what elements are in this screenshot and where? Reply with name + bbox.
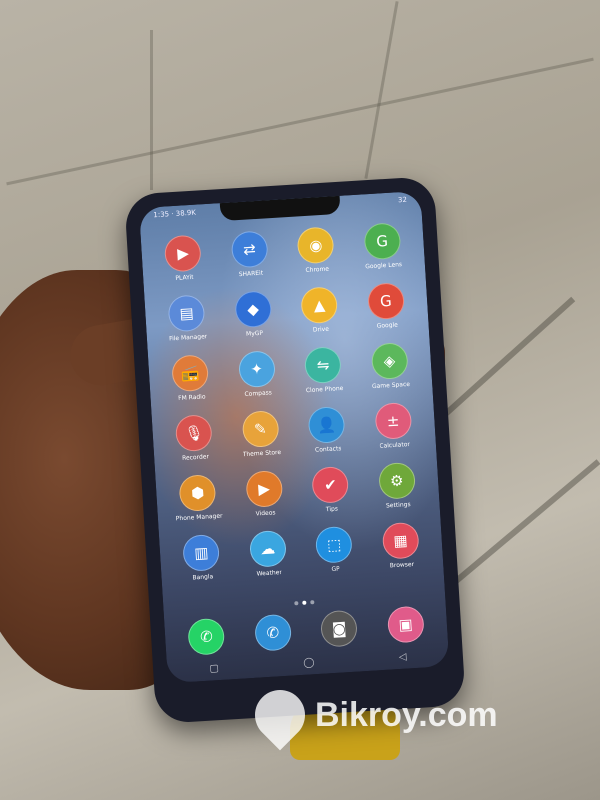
- app-google[interactable]: G Google: [352, 281, 421, 331]
- smartphone: 1:35 · 38.9K 32 ▶ PLAYit ⇄ SHAREit ◉ Chrome G G…: [124, 176, 466, 724]
- mygp-icon: ◆: [234, 290, 273, 329]
- compass-icon: ✦: [237, 350, 276, 389]
- app-label: Settings: [385, 501, 411, 510]
- video-icon: ▶: [245, 469, 284, 509]
- page-dot: [310, 600, 315, 605]
- app-fm-radio[interactable]: 📻 FM Radio: [156, 353, 225, 403]
- google-icon: G: [366, 282, 405, 321]
- app-weather[interactable]: ☁ Weather: [233, 529, 302, 579]
- tips-icon: ✔: [311, 465, 350, 504]
- app-compass[interactable]: ✦ Compass: [222, 349, 291, 399]
- app-shareit[interactable]: ⇄ SHAREit: [215, 229, 284, 279]
- app-label: Contacts: [314, 445, 342, 454]
- page-dot: [294, 601, 299, 606]
- watermark: Bikroy.com: [244, 679, 498, 751]
- app-playit[interactable]: ▶ PLAYit: [149, 233, 218, 283]
- gp-icon: ⬚: [315, 525, 354, 564]
- app-game-space[interactable]: ◈ Game Space: [355, 341, 424, 391]
- app-label: MyGP: [245, 329, 264, 338]
- app-label: Bangla: [192, 573, 214, 582]
- app-label: Calculator: [379, 440, 411, 450]
- game-icon: ◈: [370, 341, 409, 381]
- app-label: Clone Phone: [305, 384, 344, 395]
- browser-icon: ▦: [381, 521, 420, 560]
- app-contacts[interactable]: 👤 Contacts: [292, 405, 361, 455]
- app-label: Theme Store: [242, 448, 282, 459]
- weather-icon: ☁: [248, 529, 287, 568]
- app-label: Tips: [325, 505, 339, 514]
- page-dot: [302, 600, 307, 605]
- calculator-icon: ±: [374, 401, 413, 441]
- google-icon: G: [363, 222, 402, 261]
- play-icon: ▶: [163, 234, 203, 273]
- app-dock-1[interactable]: ✆: [239, 613, 308, 653]
- app-clone-phone[interactable]: ⇋ Clone Phone: [289, 345, 358, 395]
- app-label: PLAYit: [175, 273, 194, 282]
- app-label: GP: [331, 565, 340, 573]
- app-label: Google: [376, 321, 399, 330]
- app-label: Compass: [244, 389, 273, 398]
- app-label: Phone Manager: [175, 512, 223, 523]
- recents-icon[interactable]: ▢: [209, 663, 219, 675]
- gallery-icon: ▣: [386, 605, 425, 644]
- home-icon[interactable]: ◯: [303, 657, 315, 669]
- drive-icon: ▲: [300, 286, 339, 325]
- folder-icon: ▤: [167, 294, 206, 333]
- phone-icon: ✆: [253, 613, 292, 652]
- app-dock-2[interactable]: ◙: [305, 609, 374, 649]
- brush-icon: ✎: [241, 410, 280, 449]
- app-label: Weather: [256, 569, 283, 578]
- app-chrome[interactable]: ◉ Chrome: [282, 225, 351, 275]
- app-label: Google Lens: [365, 261, 403, 271]
- app-drive[interactable]: ▲ Drive: [285, 285, 354, 335]
- floor-tile-line: [150, 30, 153, 190]
- app-label: Browser: [389, 560, 415, 570]
- app-dock-3[interactable]: ▣: [371, 605, 440, 645]
- app-phone-manager[interactable]: ⬢ Phone Manager: [163, 473, 232, 523]
- app-gp[interactable]: ⬚ GP: [300, 525, 369, 575]
- floor-tile-line: [6, 57, 594, 186]
- gear-icon: ⚙: [377, 461, 416, 500]
- app-dock-0[interactable]: ✆: [172, 617, 241, 657]
- whatsapp-icon: ✆: [187, 617, 226, 656]
- app-label: Drive: [312, 325, 330, 334]
- app-tips[interactable]: ✔ Tips: [296, 465, 365, 515]
- app-recorder[interactable]: 🎙 Recorder: [160, 413, 229, 463]
- app-grid: ▶ PLAYit ⇄ SHAREit ◉ Chrome G Google Lens ▤ File …: [149, 221, 436, 583]
- app-browser[interactable]: ▦ Browser: [366, 521, 435, 571]
- app-label: Game Space: [371, 380, 411, 391]
- battery-level: 32: [397, 195, 408, 205]
- app-videos[interactable]: ▶ Videos: [230, 469, 299, 519]
- status-time: 1:35 · 38.9K: [153, 208, 197, 220]
- app-label: Videos: [255, 509, 276, 518]
- app-label: Chrome: [305, 265, 330, 275]
- clone-icon: ⇋: [304, 346, 343, 385]
- shield-icon: ⬢: [178, 473, 217, 513]
- phone-screen: 1:35 · 38.9K 32 ▶ PLAYit ⇄ SHAREit ◉ Chrome G G…: [138, 190, 450, 684]
- app-label: Recorder: [181, 453, 210, 462]
- bikroy-logo-icon: [244, 679, 316, 751]
- app-label: SHAREit: [238, 269, 264, 279]
- app-calculator[interactable]: ± Calculator: [359, 401, 428, 451]
- contacts-icon: 👤: [307, 405, 346, 445]
- back-icon[interactable]: ◁: [399, 651, 407, 662]
- share-icon: ⇄: [230, 230, 269, 269]
- app-file-manager[interactable]: ▤ File Manager: [152, 293, 221, 343]
- photo-scene: 1:35 · 38.9K 32 ▶ PLAYit ⇄ SHAREit ◉ Chrome G G…: [0, 0, 600, 800]
- floor-tile-line: [364, 1, 399, 179]
- radio-icon: 📻: [171, 354, 210, 393]
- chrome-icon: ◉: [296, 226, 335, 265]
- app-label: File Manager: [168, 333, 208, 343]
- app-google-lens[interactable]: G Google Lens: [348, 221, 417, 271]
- app-bangla[interactable]: ▥ Bangla: [167, 533, 236, 583]
- app-label: FM Radio: [177, 393, 206, 403]
- watermark-text: Bikroy.com: [315, 695, 498, 734]
- camera-icon: ◙: [320, 609, 359, 648]
- app-mygp[interactable]: ◆ MyGP: [219, 289, 288, 339]
- mic-icon: 🎙: [174, 414, 214, 453]
- app-settings[interactable]: ⚙ Settings: [363, 461, 432, 511]
- book-icon: ▥: [182, 533, 221, 572]
- app-theme-store[interactable]: ✎ Theme Store: [226, 409, 295, 459]
